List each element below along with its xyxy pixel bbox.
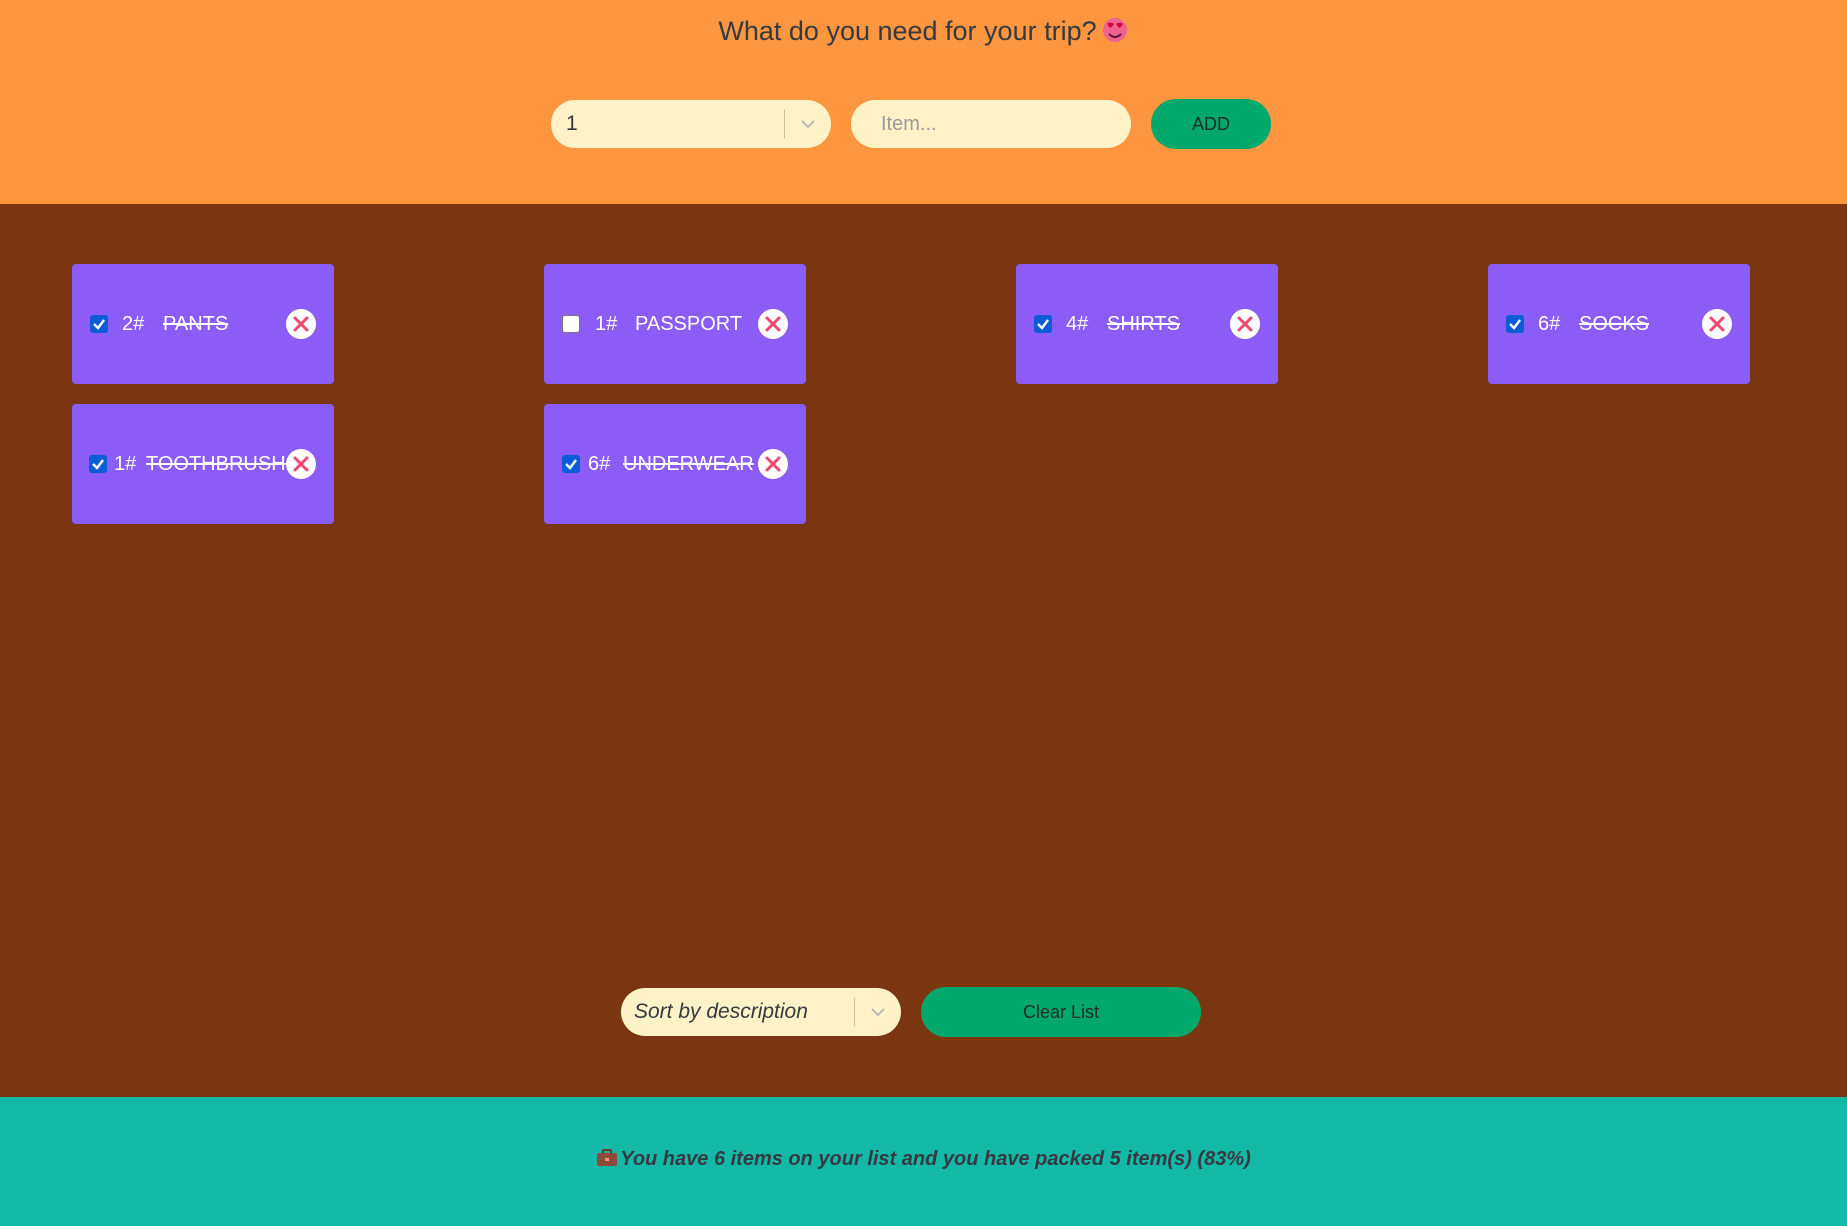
- sort-select[interactable]: Sort by description: [621, 988, 901, 1036]
- clear-list-button[interactable]: Clear List: [921, 987, 1201, 1037]
- close-icon: [293, 456, 309, 472]
- packing-list: 2# PANTS 1# PASSPORT 4# SHIRTS 6# SOCKS: [0, 204, 1847, 1097]
- packed-checkbox[interactable]: [1034, 315, 1052, 333]
- briefcase-icon: [596, 1149, 618, 1167]
- footer-stats: You have 6 items on your list and you ha…: [0, 1097, 1847, 1226]
- delete-item-button[interactable]: [286, 449, 316, 479]
- list-item: 6# UNDERWEAR: [544, 404, 806, 524]
- select-divider: [784, 110, 785, 138]
- packed-checkbox[interactable]: [562, 315, 580, 333]
- item-description: SHIRTS: [1107, 313, 1180, 335]
- close-icon: [1709, 316, 1725, 332]
- item-quantity: 4#: [1066, 313, 1089, 335]
- close-icon: [765, 456, 781, 472]
- list-item: 4# SHIRTS: [1016, 264, 1278, 384]
- header: What do you need for your trip? 1 ADD: [0, 0, 1847, 204]
- item-description: PANTS: [163, 313, 229, 335]
- chevron-down-icon[interactable]: [800, 117, 816, 131]
- item-quantity: 2#: [122, 313, 145, 335]
- packed-checkbox[interactable]: [89, 455, 107, 473]
- add-button[interactable]: ADD: [1151, 99, 1271, 149]
- item-quantity: 1#: [595, 313, 618, 335]
- item-quantity: 1#: [114, 453, 137, 475]
- chevron-down-icon[interactable]: [870, 1005, 886, 1019]
- page-title: What do you need for your trip?: [0, 16, 1847, 47]
- item-description: UNDERWEAR: [623, 453, 754, 475]
- delete-item-button[interactable]: [286, 309, 316, 339]
- stats-text: You have 6 items on your list and you ha…: [620, 1148, 1251, 1170]
- item-description: TOOTHBRUSH: [146, 453, 286, 475]
- item-quantity: 6#: [588, 453, 611, 475]
- quantity-select[interactable]: 1: [551, 100, 831, 148]
- title-text: What do you need for your trip?: [718, 16, 1097, 46]
- close-icon: [765, 316, 781, 332]
- item-description: PASSPORT: [635, 313, 743, 335]
- list-item: 1# TOOTHBRUSH: [72, 404, 334, 524]
- smiling-face-with-heart-eyes-icon: [1101, 16, 1129, 44]
- list-item: 6# SOCKS: [1488, 264, 1750, 384]
- item-input[interactable]: [851, 100, 1131, 148]
- close-icon: [293, 316, 309, 332]
- list-item: 2# PANTS: [72, 264, 334, 384]
- packed-checkbox[interactable]: [562, 455, 580, 473]
- delete-item-button[interactable]: [758, 309, 788, 339]
- sort-select-value: Sort by description: [634, 1000, 808, 1023]
- quantity-select-value: 1: [566, 112, 578, 135]
- delete-item-button[interactable]: [758, 449, 788, 479]
- stats-message: You have 6 items on your list and you ha…: [0, 1148, 1847, 1171]
- delete-item-button[interactable]: [1230, 309, 1260, 339]
- select-divider: [854, 998, 855, 1026]
- packed-checkbox[interactable]: [90, 315, 108, 333]
- delete-item-button[interactable]: [1702, 309, 1732, 339]
- close-icon: [1237, 316, 1253, 332]
- item-description: SOCKS: [1579, 313, 1650, 335]
- item-quantity: 6#: [1538, 313, 1561, 335]
- packed-checkbox[interactable]: [1506, 315, 1524, 333]
- list-item: 1# PASSPORT: [544, 264, 806, 384]
